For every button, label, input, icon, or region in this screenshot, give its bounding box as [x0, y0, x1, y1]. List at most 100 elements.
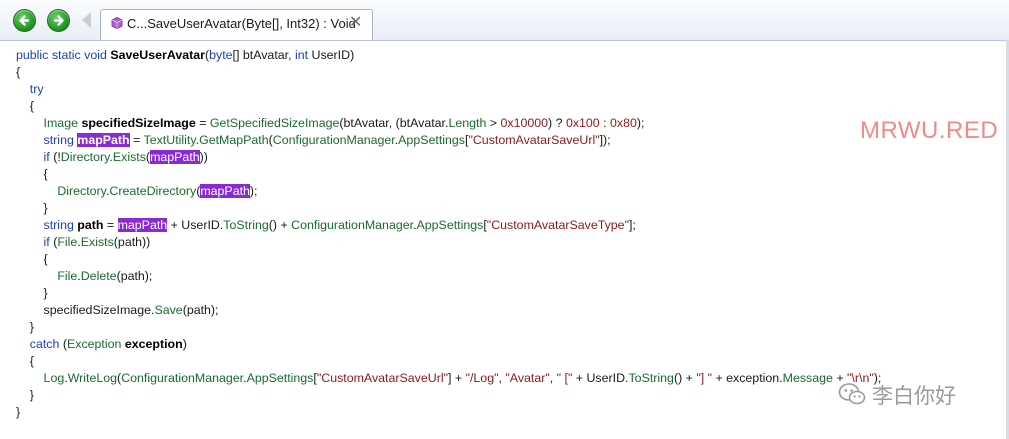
- code-token: ToString: [223, 218, 269, 232]
- code-token: >: [486, 116, 501, 130]
- code-line: File.Delete(path);: [16, 268, 1001, 285]
- code-token: =: [103, 218, 118, 232]
- code-token: }: [16, 286, 48, 300]
- code-token: + UserID.: [167, 218, 224, 232]
- code-line: if (File.Exists(path)): [16, 234, 1001, 251]
- code-token: GetSpecifiedSizeImage: [209, 116, 340, 130]
- code-token: GetMapPath: [199, 133, 269, 147]
- code-token: {: [16, 99, 34, 113]
- code-token: (btAvatar, (btAvatar.: [339, 116, 449, 130]
- code-token: ConfigurationManager: [272, 133, 395, 147]
- code-token: AppSettings: [246, 371, 314, 385]
- code-token: Exists: [80, 235, 114, 249]
- code-token: Image: [43, 116, 82, 130]
- wechat-icon: [838, 383, 866, 405]
- code-token: );: [249, 184, 258, 198]
- tab-saveuseravatar[interactable]: C...SaveUserAvatar(Byte[], Int32) : Void…: [100, 9, 373, 40]
- code-line: string path = mapPath + UserID.ToString(…: [16, 217, 1001, 234]
- code-token: ,: [549, 371, 557, 385]
- code-token: "CustomAvatarSaveType": [486, 218, 629, 232]
- highlighted-identifier: mapPath: [200, 184, 250, 198]
- code-token: ConfigurationManager: [121, 371, 244, 385]
- code-line: }: [16, 200, 1001, 217]
- tab-scroll-left-icon[interactable]: [82, 12, 91, 28]
- code-token: }: [16, 388, 34, 402]
- code-token: specifiedSizeImage: [81, 116, 196, 130]
- code-token: Message: [782, 371, 833, 385]
- arrow-left-icon: [19, 15, 30, 26]
- code-token: File: [57, 235, 78, 249]
- code-token: string: [43, 133, 78, 147]
- code-token: path: [77, 218, 104, 232]
- code-token: File: [57, 269, 78, 283]
- code-token: {: [16, 354, 34, 368]
- code-line: }: [16, 285, 1001, 302]
- code-line: catch (Exception exception): [16, 336, 1001, 353]
- code-token: TextUtility: [143, 133, 196, 147]
- code-line: {: [16, 166, 1001, 183]
- code-token: {: [16, 252, 48, 266]
- code-token: (path);: [116, 269, 153, 283]
- code-token: ) ?: [548, 116, 566, 130]
- highlighted-identifier: mapPath: [117, 218, 168, 232]
- code-token: ] +: [448, 371, 466, 385]
- code-token: (path)): [113, 235, 151, 249]
- code-line: public static void SaveUserAvatar(byte[]…: [16, 47, 1001, 64]
- code-token: UserID): [308, 48, 355, 62]
- code-token: 0x80: [610, 116, 637, 130]
- code-token: "/Log": [465, 371, 499, 385]
- code-line: try: [16, 81, 1001, 98]
- forward-button[interactable]: [47, 9, 70, 32]
- code-token: + exception.: [712, 371, 783, 385]
- code-line: string mapPath = TextUtility.GetMapPath(…: [16, 132, 1001, 149]
- code-line: if (!Directory.Exists(mapPath)): [16, 149, 1001, 166]
- code-token: {: [16, 167, 48, 181]
- arrow-right-icon: [53, 15, 64, 26]
- code-token: catch: [29, 337, 60, 351]
- code-token: "CustomAvatarSaveUrl": [468, 133, 600, 147]
- wechat-badge: 李白你好: [838, 378, 988, 412]
- back-button[interactable]: [13, 9, 36, 32]
- code-token: )): [199, 150, 208, 164]
- code-token: try: [29, 82, 44, 96]
- code-token: ToString: [628, 371, 674, 385]
- code-token: ConfigurationManager: [291, 218, 414, 232]
- code-line: {: [16, 98, 1001, 115]
- code-token: AppSettings: [416, 218, 484, 232]
- code-token: Log: [43, 371, 65, 385]
- code-token: Directory: [57, 184, 106, 198]
- code-line: {: [16, 353, 1001, 370]
- method-icon: [111, 17, 123, 29]
- highlighted-identifier: mapPath: [150, 150, 200, 164]
- code-token: (!: [49, 150, 61, 164]
- code-token: }: [16, 405, 21, 419]
- watermark: MRWU.RED: [860, 117, 999, 144]
- code-token: " [": [556, 371, 573, 385]
- code-token: ];: [628, 218, 636, 232]
- code-token: () +: [268, 218, 292, 232]
- code-line: }: [16, 319, 1001, 336]
- code-token: string: [43, 218, 78, 232]
- code-token: {: [16, 65, 21, 79]
- code-token: AppSettings: [398, 133, 465, 147]
- code-token: :: [599, 116, 611, 130]
- code-token: + UserID.: [572, 371, 629, 385]
- code-token: ]);: [599, 133, 611, 147]
- code-token: Directory: [60, 150, 110, 164]
- code-token: CreateDirectory: [109, 184, 197, 198]
- code-token: (path);: [182, 303, 219, 317]
- code-line: {: [16, 64, 1001, 81]
- code-token: );: [636, 116, 645, 130]
- code-line: specifiedSizeImage.Save(path);: [16, 302, 1001, 319]
- code-token: =: [129, 133, 144, 147]
- code-token: exception: [124, 337, 183, 351]
- code-line: Directory.CreateDirectory(mapPath);: [16, 183, 1001, 200]
- close-tab-button[interactable]: ✕: [349, 13, 362, 33]
